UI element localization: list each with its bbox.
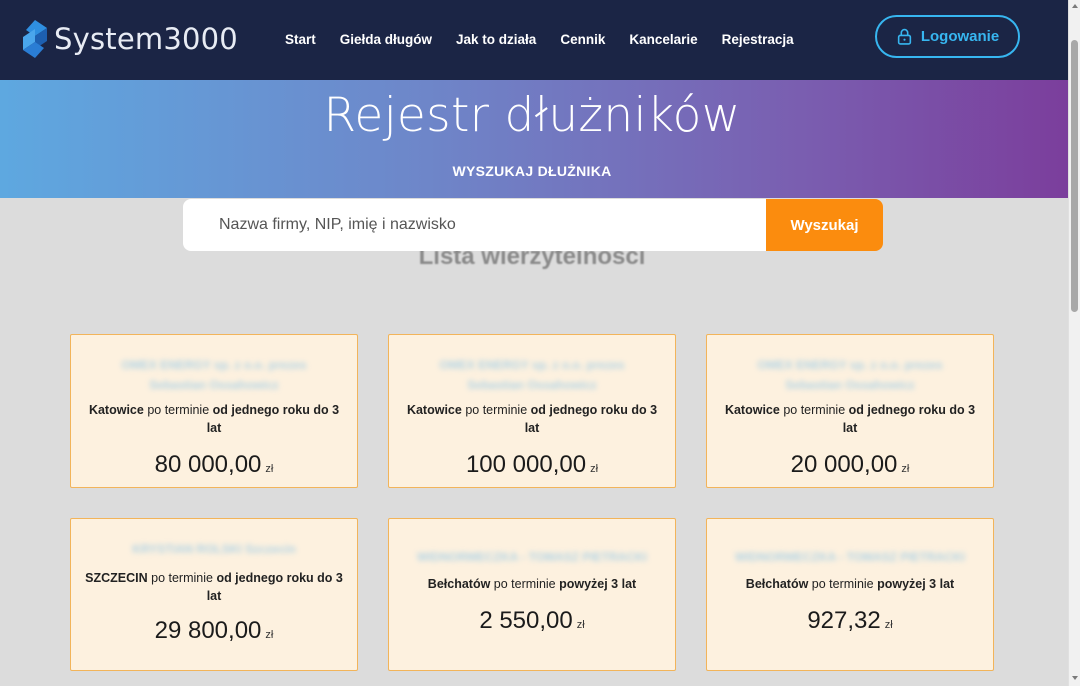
search-button[interactable]: Wyszukaj xyxy=(766,199,883,251)
nav-rejestracja[interactable]: Rejestracja xyxy=(722,32,794,47)
nav-jak-to-dziala[interactable]: Jak to działa xyxy=(456,32,536,47)
logo[interactable]: System3000 xyxy=(20,19,238,59)
navbar: System3000 Start Giełda długów Jak to dz… xyxy=(0,0,1068,80)
debt-city: Bełchatów xyxy=(745,577,809,591)
debt-city: Katowice xyxy=(88,403,144,417)
nav-start[interactable]: Start xyxy=(285,32,316,47)
debt-description: Bełchatów po terminie powyżej 3 lat xyxy=(389,575,675,593)
debtor-name: OMEX ENERGY sp. z o.o. prezes Sebastian … xyxy=(121,358,307,392)
system3000-logo-icon xyxy=(23,20,47,58)
nav-gielda-dlugow[interactable]: Giełda długów xyxy=(340,32,432,47)
debt-amount: 20 000,00 xyxy=(790,451,898,478)
debt-card[interactable]: KRYSTIAN ROLSKI Szczecin SZCZECIN po ter… xyxy=(70,518,358,671)
debt-mid-text: po terminie xyxy=(779,403,849,417)
debt-amount: 2 550,00 xyxy=(479,607,573,634)
debt-amount: 100 000,00 xyxy=(465,451,587,478)
debt-card[interactable]: OMEX ENERGY sp. z o.o. prezes Sebastian … xyxy=(706,334,994,488)
debt-description: Katowice po terminie od jednego roku do … xyxy=(389,401,675,437)
debt-mid-text: po terminie xyxy=(143,403,213,417)
nav-cennik[interactable]: Cennik xyxy=(560,32,605,47)
debt-period: od jednego roku do 3 lat xyxy=(842,403,976,435)
hero-subtitle: WYSZUKAJ DŁUŻNIKA xyxy=(452,163,612,179)
debt-period: od jednego roku do 3 lat xyxy=(206,403,340,435)
debt-city: Katowice xyxy=(724,403,780,417)
hero-banner: Rejestr dłużników WYSZUKAJ DŁUŻNIKA xyxy=(0,80,1068,198)
debt-currency: zł xyxy=(901,463,910,475)
debt-mid-text: po terminie xyxy=(461,403,531,417)
debt-amount: 927,32 xyxy=(807,607,881,634)
debt-currency: zł xyxy=(265,463,274,475)
debt-mid-text: po terminie xyxy=(147,571,217,585)
login-button[interactable]: Logowanie xyxy=(875,15,1020,58)
debt-city: SZCZECIN xyxy=(85,571,148,585)
debtor-name: KRYSTIAN ROLSKI Szczecin xyxy=(132,542,296,556)
debt-mid-text: po terminie xyxy=(808,577,878,591)
debt-city: Bełchatów xyxy=(427,577,491,591)
debt-card[interactable]: OMEX ENERGY sp. z o.o. prezes Sebastian … xyxy=(70,334,358,488)
debt-description: SZCZECIN po terminie od jednego roku do … xyxy=(71,569,357,605)
debt-description: Katowice po terminie od jednego roku do … xyxy=(71,401,357,437)
debt-currency: zł xyxy=(590,463,599,475)
debtor-name: OMEX ENERGY sp. z o.o. prezes Sebastian … xyxy=(439,358,625,392)
debt-card[interactable]: WIDNORMECZKA - TOMASZ PIETRACKI Bełcható… xyxy=(388,518,676,671)
debt-period: od jednego roku do 3 lat xyxy=(524,403,658,435)
page-title: Rejestr dłużników xyxy=(323,88,741,143)
debtor-name: WIDNORMECZKA - TOMASZ PIETRACKI xyxy=(417,550,647,564)
scroll-up-arrow-icon[interactable] xyxy=(1072,4,1078,8)
debt-description: Bełchatów po terminie powyżej 3 lat xyxy=(707,575,993,593)
debt-period: powyżej 3 lat xyxy=(877,577,955,591)
lock-icon xyxy=(897,28,911,45)
debt-period: od jednego roku do 3 lat xyxy=(206,571,343,603)
debt-mid-text: po terminie xyxy=(490,577,560,591)
debt-card[interactable]: WIDNORMECZKA - TOMASZ PIETRACKI Bełcható… xyxy=(706,518,994,671)
debt-description: Katowice po terminie od jednego roku do … xyxy=(707,401,993,437)
debt-currency: zł xyxy=(884,619,893,631)
debt-city: Katowice xyxy=(406,403,462,417)
debtor-name: OMEX ENERGY sp. z o.o. prezes Sebastian … xyxy=(757,358,943,392)
scroll-thumb[interactable] xyxy=(1071,40,1078,312)
debt-amount: 80 000,00 xyxy=(154,451,262,478)
search-input[interactable] xyxy=(183,199,766,251)
main-nav: Start Giełda długów Jak to działa Cennik… xyxy=(285,32,818,47)
debtor-name: WIDNORMECZKA - TOMASZ PIETRACKI xyxy=(735,550,965,564)
login-label: Logowanie xyxy=(920,28,1000,45)
debt-currency: zł xyxy=(265,629,274,641)
page-scrollbar[interactable] xyxy=(1068,0,1080,686)
search-bar: Wyszukaj xyxy=(183,199,883,251)
scroll-down-arrow-icon[interactable] xyxy=(1072,676,1078,680)
nav-kancelarie[interactable]: Kancelarie xyxy=(629,32,697,47)
logo-text: System3000 xyxy=(54,22,238,56)
debt-amount: 29 800,00 xyxy=(154,617,262,644)
debt-card[interactable]: OMEX ENERGY sp. z o.o. prezes Sebastian … xyxy=(388,334,676,488)
debt-period: powyżej 3 lat xyxy=(559,577,637,591)
debt-currency: zł xyxy=(576,619,585,631)
